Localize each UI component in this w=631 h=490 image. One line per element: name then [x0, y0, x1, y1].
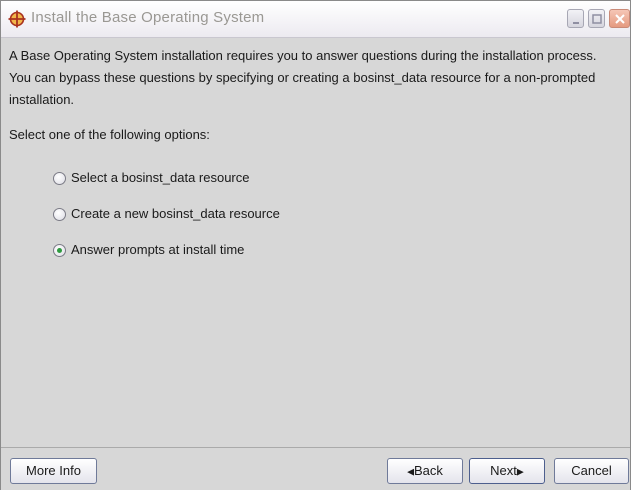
next-button[interactable]: Next▶	[469, 458, 545, 484]
minimize-icon	[573, 22, 579, 24]
cancel-label: Cancel	[571, 463, 612, 478]
radio-button[interactable]	[53, 172, 66, 185]
cancel-button[interactable]: Cancel	[554, 458, 629, 484]
radio-button[interactable]	[53, 208, 66, 221]
back-button[interactable]: ◀Back	[387, 458, 463, 484]
close-icon	[615, 14, 625, 24]
more-info-button[interactable]: More Info	[10, 458, 97, 484]
radio-button-selected[interactable]	[53, 244, 66, 257]
next-arrow-icon: ▶	[516, 466, 524, 477]
install-dialog: Install the Base Operating System A Base…	[0, 0, 631, 490]
radio-selected-dot	[57, 248, 62, 253]
maximize-button[interactable]	[588, 9, 605, 28]
option-label: Create a new bosinst_data resource	[71, 206, 280, 221]
crosshair-globe-icon	[8, 10, 26, 28]
title-bar[interactable]: Install the Base Operating System	[1, 1, 630, 38]
more-info-label: More Info	[26, 463, 81, 478]
option-label: Select a bosinst_data resource	[71, 170, 250, 185]
dialog-content: A Base Operating System installation req…	[1, 38, 630, 426]
button-bar: More Info ◀Back Next▶ Cancel	[1, 447, 630, 490]
next-label: Next	[490, 463, 517, 478]
back-arrow-icon: ◀	[407, 466, 414, 477]
option-label: Answer prompts at install time	[71, 242, 245, 257]
options-prompt: Select one of the following options:	[9, 127, 210, 142]
window-title: Install the Base Operating System	[31, 9, 265, 26]
back-label: Back	[414, 463, 443, 478]
description-text: A Base Operating System installation req…	[9, 48, 597, 107]
maximize-icon	[592, 14, 602, 24]
close-button[interactable]	[609, 9, 630, 28]
minimize-button[interactable]	[567, 9, 584, 28]
